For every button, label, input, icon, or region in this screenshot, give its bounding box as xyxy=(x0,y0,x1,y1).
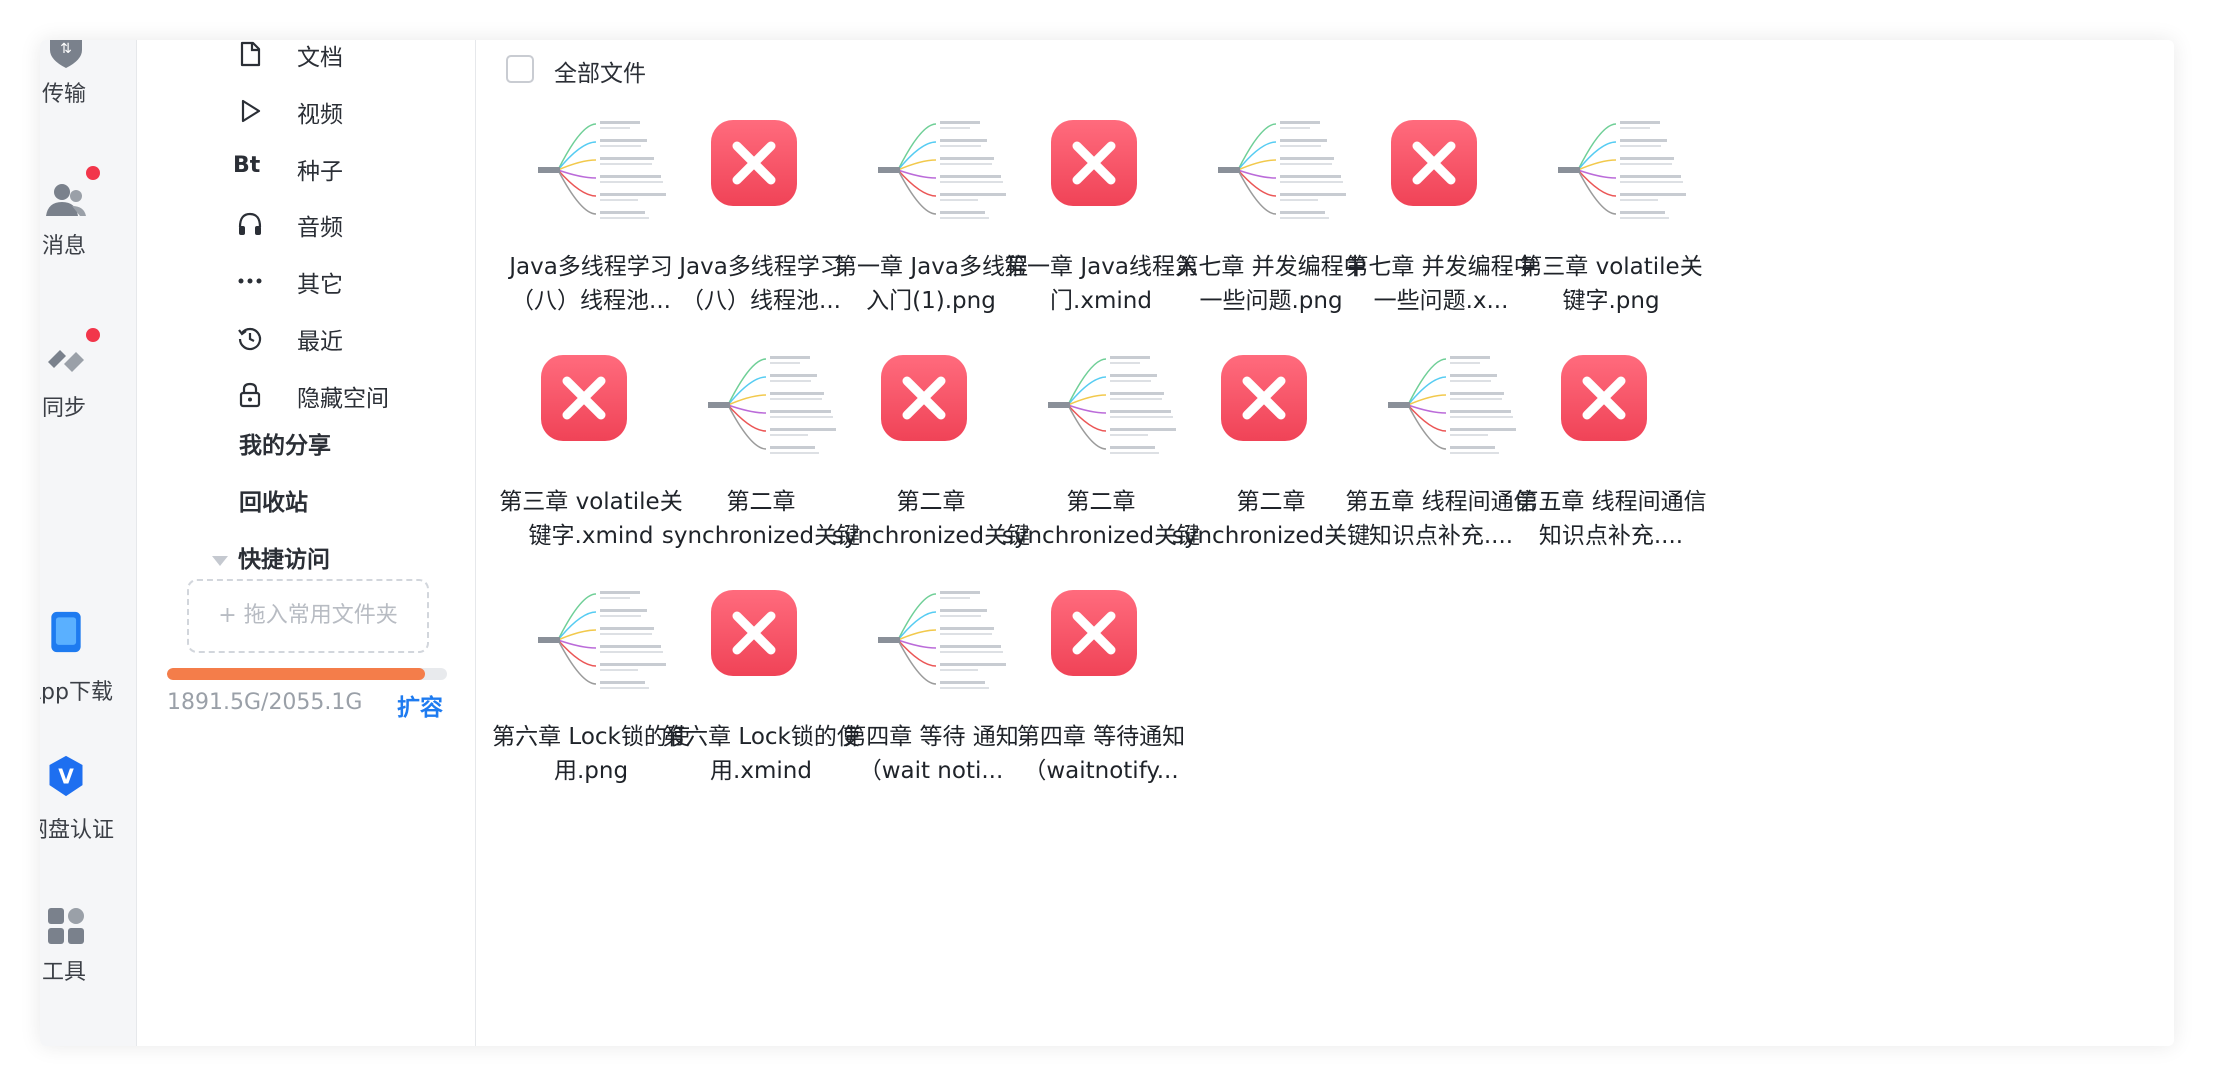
grid-icon xyxy=(48,908,84,944)
svg-text:⇅: ⇅ xyxy=(60,41,72,57)
broken-file-icon xyxy=(1221,355,1307,441)
transfer-icon: ⇅ xyxy=(50,40,82,68)
rail-messages[interactable]: 消息 xyxy=(40,166,136,278)
broken-file-icon xyxy=(1561,355,1647,441)
sidebar-item-label: 最近 xyxy=(297,329,343,355)
mindmap-thumbnail xyxy=(536,110,668,230)
sidebar-item-hidden-space[interactable]: 隐藏空间 xyxy=(137,369,475,421)
file-item[interactable]: 第五章 线程间通信知识点补充.... xyxy=(1511,335,1711,585)
mindmap-thumbnail xyxy=(1386,345,1518,465)
document-icon xyxy=(240,41,261,67)
sidebar-item-label: 隐藏空间 xyxy=(297,386,389,412)
select-all-checkbox[interactable] xyxy=(506,55,534,83)
sidebar-item-label: 种子 xyxy=(297,159,343,185)
svg-text:V: V xyxy=(58,764,74,788)
chevron-down-icon xyxy=(212,555,228,566)
broken-file-icon xyxy=(881,355,967,441)
bt-icon: Bt xyxy=(233,153,261,178)
broken-file-icon xyxy=(541,355,627,441)
my-share-link[interactable]: 我的分享 xyxy=(239,426,331,460)
phone-icon xyxy=(51,611,81,653)
all-files-label: 全部文件 xyxy=(554,61,646,87)
sidebar-item-other[interactable]: 其它 xyxy=(137,255,475,307)
sidebar-item-label: 文档 xyxy=(297,45,343,71)
quick-access-label: 快捷访问 xyxy=(238,547,330,573)
file-name: 第四章 等待通知（waitnotify... xyxy=(1016,724,1186,784)
rail-app-download-label: App下载 xyxy=(40,680,113,705)
expand-storage-button[interactable]: 扩容 xyxy=(397,688,443,722)
rail-transfer-label: 传输 xyxy=(42,82,87,107)
mindmap-thumbnail xyxy=(1046,345,1178,465)
left-rail: ⇅ 传输 消息 同步 pp下载 V 盘认证 工具 xyxy=(40,40,137,1046)
mindmap-thumbnail xyxy=(536,580,668,700)
rail-tools[interactable]: 工具 xyxy=(40,904,136,1004)
broken-file-icon xyxy=(1051,120,1137,206)
file-name: 第五章 线程间通信知识点补充.... xyxy=(1515,489,1707,549)
sidebar-item-label: 视频 xyxy=(297,102,343,128)
users-icon xyxy=(46,184,86,216)
rail-sync[interactable]: 同步 xyxy=(40,328,136,436)
rail-tools-label: 工具 xyxy=(42,960,87,985)
file-name: 第三章 volatile关键字.png xyxy=(1519,254,1703,314)
verified-icon: V xyxy=(49,755,83,797)
broken-file-icon xyxy=(1391,120,1477,206)
mindmap-thumbnail xyxy=(1556,110,1688,230)
sidebar-item-label: 音频 xyxy=(297,215,343,241)
storage-usage-text: 1891.5G/2055.1G xyxy=(167,690,363,715)
mindmap-thumbnail xyxy=(876,110,1008,230)
more-icon xyxy=(238,278,262,284)
mindmap-thumbnail xyxy=(876,580,1008,700)
rail-verify-label: 网盘认证 xyxy=(40,818,115,843)
sidebar: 文档 视频 Bt 种子 音频 其它 最近 隐藏空间 我的分享 回收站 快捷访问 … xyxy=(137,40,476,1046)
app-window: ⇅ 传输 消息 同步 pp下载 V 盘认证 工具 文档 视频 Bt 种子 音频 … xyxy=(40,40,2174,1046)
rail-app-download[interactable]: App下载 xyxy=(40,610,136,710)
lock-icon xyxy=(239,382,261,408)
rail-messages-label: 消息 xyxy=(42,234,87,259)
recycle-bin-link[interactable]: 回收站 xyxy=(239,483,308,517)
file-item[interactable]: 第四章 等待通知（waitnotify... xyxy=(1001,570,1201,820)
storage-bar-fill xyxy=(167,668,425,680)
play-icon xyxy=(241,99,261,123)
sidebar-item-recent[interactable]: 最近 xyxy=(137,312,475,364)
file-area: 全部文件 Java多线程学习（八）线程池... Java多线程学习（八）线程池..… xyxy=(476,40,2174,1046)
rail-sync-label: 同步 xyxy=(42,396,87,421)
sidebar-item-label: 其它 xyxy=(297,272,343,298)
storage-bar xyxy=(167,668,447,680)
rail-transfer[interactable]: ⇅ 传输 xyxy=(40,40,136,136)
mindmap-thumbnail xyxy=(1216,110,1348,230)
headphones-icon xyxy=(238,212,262,235)
messages-unread-dot xyxy=(86,166,100,180)
history-icon xyxy=(238,327,262,351)
quick-access-drop-zone[interactable]: + 拖入常用文件夹 xyxy=(187,579,429,653)
broken-file-icon xyxy=(711,120,797,206)
sidebar-item-torrents[interactable]: Bt 种子 xyxy=(137,142,475,194)
quick-access-header[interactable]: 快捷访问 xyxy=(212,540,330,574)
file-item[interactable]: 第三章 volatile关键字.png xyxy=(1511,100,1711,350)
mindmap-thumbnail xyxy=(706,345,838,465)
broken-file-icon xyxy=(711,590,797,676)
sidebar-item-audio[interactable]: 音频 xyxy=(137,198,475,250)
sync-icon xyxy=(48,350,84,372)
broken-file-icon xyxy=(1051,590,1137,676)
sync-unread-dot xyxy=(86,328,100,342)
rail-verify[interactable]: V 网盘认证 xyxy=(40,754,136,854)
sidebar-item-documents[interactable]: 文档 xyxy=(137,40,475,80)
sidebar-item-videos[interactable]: 视频 xyxy=(137,85,475,137)
